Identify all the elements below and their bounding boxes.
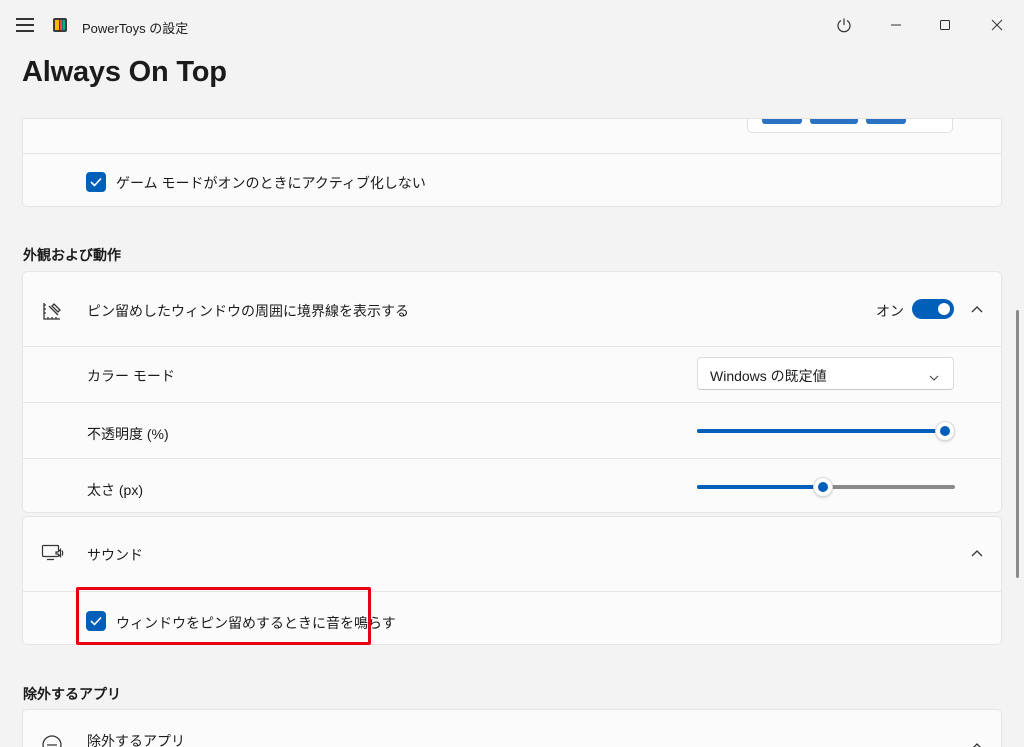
border-label: ピン留めしたウィンドウの周囲に境界線を表示する bbox=[87, 303, 409, 319]
color-mode-label: カラー モード bbox=[87, 368, 175, 384]
excluded-row: 除外するアプリ bbox=[23, 710, 1001, 747]
game-mode-checkbox[interactable] bbox=[86, 172, 106, 192]
excluded-section-title: 除外するアプリ bbox=[23, 686, 121, 702]
border-toggle-label: オン bbox=[876, 303, 904, 319]
thickness-label: 太さ (px) bbox=[87, 482, 143, 498]
border-row: ピン留めしたウィンドウの周囲に境界線を表示する オン bbox=[23, 272, 1001, 346]
thickness-slider[interactable] bbox=[697, 477, 955, 497]
sound-label: サウンド bbox=[87, 547, 143, 563]
appearance-section-title: 外観および動作 bbox=[23, 247, 121, 263]
powertoys-logo-icon bbox=[52, 17, 68, 33]
shortcut-key bbox=[866, 119, 906, 124]
border-toggle[interactable] bbox=[912, 299, 954, 319]
activation-card: ゲーム モードがオンのときにアクティブ化しない bbox=[22, 118, 1002, 207]
sound-card: サウンド ウィンドウをピン留めするときに音を鳴らす bbox=[22, 516, 1002, 645]
play-sound-label: ウィンドウをピン留めするときに音を鳴らす bbox=[116, 615, 396, 631]
color-mode-dropdown[interactable]: Windows の既定値 bbox=[697, 357, 954, 390]
exclude-icon bbox=[41, 734, 63, 747]
chevron-down-icon bbox=[929, 368, 939, 386]
chevron-up-icon[interactable] bbox=[967, 736, 987, 747]
scrollbar[interactable] bbox=[1016, 310, 1019, 578]
maximize-icon[interactable] bbox=[932, 12, 958, 38]
game-mode-label: ゲーム モードがオンのときにアクティブ化しない bbox=[116, 175, 426, 191]
chevron-up-icon[interactable] bbox=[967, 299, 987, 319]
color-mode-value: Windows の既定値 bbox=[710, 368, 827, 384]
chevron-up-icon[interactable] bbox=[967, 543, 987, 563]
hamburger-icon[interactable] bbox=[16, 18, 34, 32]
play-sound-checkbox[interactable] bbox=[86, 611, 106, 631]
sound-row: サウンド bbox=[23, 517, 1001, 591]
shortcut-key bbox=[810, 119, 858, 124]
slider-thumb[interactable] bbox=[813, 477, 834, 497]
title-bar: PowerToys の設定 bbox=[0, 0, 1024, 50]
app-title: PowerToys の設定 bbox=[82, 21, 189, 36]
shortcut-control[interactable] bbox=[747, 119, 953, 133]
thickness-row: 太さ (px) bbox=[23, 458, 1001, 512]
opacity-label: 不透明度 (%) bbox=[87, 426, 169, 442]
shortcut-row bbox=[23, 119, 1001, 153]
minimize-icon[interactable] bbox=[883, 12, 909, 38]
page-title: Always On Top bbox=[22, 56, 227, 88]
excluded-label: 除外するアプリ bbox=[87, 733, 185, 747]
opacity-slider[interactable] bbox=[697, 421, 955, 441]
pin-border-icon bbox=[42, 299, 64, 321]
appearance-card: ピン留めしたウィンドウの周囲に境界線を表示する オン カラー モード Windo… bbox=[22, 271, 1002, 513]
opacity-row: 不透明度 (%) bbox=[23, 402, 1001, 458]
game-mode-row: ゲーム モードがオンのときにアクティブ化しない bbox=[23, 153, 1001, 206]
power-icon[interactable] bbox=[831, 12, 857, 38]
close-icon[interactable] bbox=[984, 12, 1010, 38]
play-sound-row: ウィンドウをピン留めするときに音を鳴らす bbox=[23, 591, 1001, 644]
slider-thumb[interactable] bbox=[934, 421, 955, 441]
color-mode-row: カラー モード Windows の既定値 bbox=[23, 346, 1001, 402]
sound-icon bbox=[41, 543, 65, 563]
excluded-card: 除外するアプリ bbox=[22, 709, 1002, 747]
shortcut-key bbox=[762, 119, 802, 124]
